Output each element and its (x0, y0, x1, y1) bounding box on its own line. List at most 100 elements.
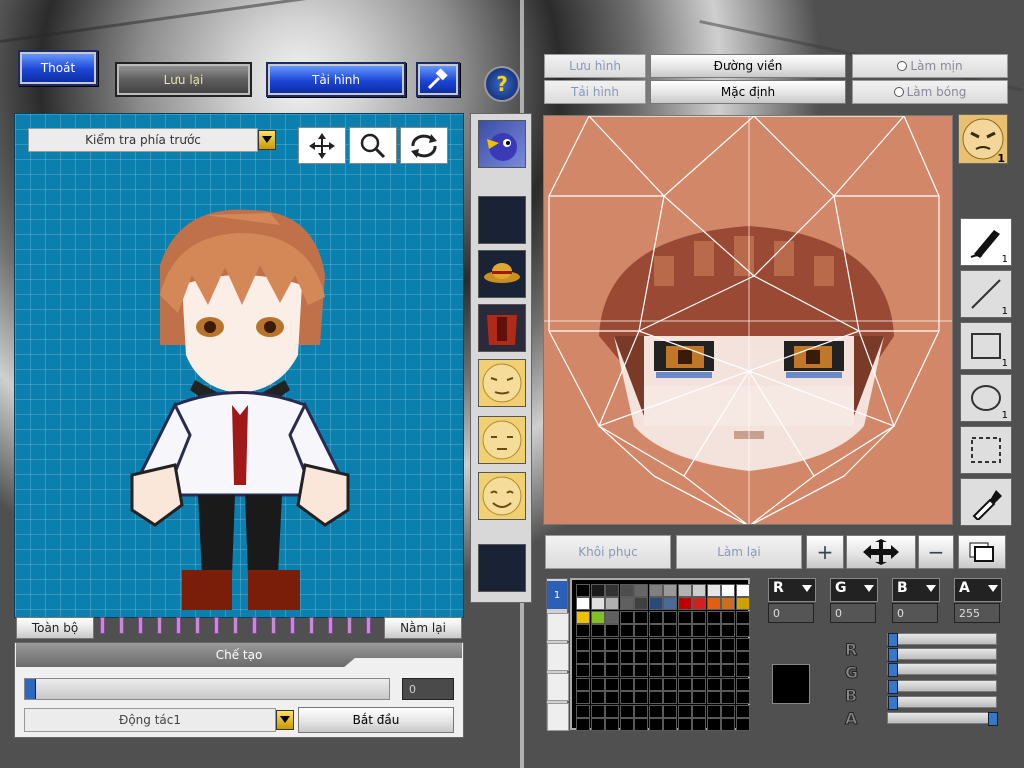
palette-swatch[interactable] (721, 704, 735, 718)
palette-swatch[interactable] (706, 691, 721, 705)
palette-swatch[interactable] (576, 704, 590, 718)
craft-progress-value[interactable]: 0 (402, 678, 454, 700)
palette-swatch[interactable] (692, 691, 706, 705)
pan-button[interactable] (846, 535, 916, 569)
palette-swatch[interactable] (692, 664, 706, 678)
alpha-slider[interactable] (887, 712, 998, 726)
palette-swatch[interactable] (648, 610, 663, 624)
palette-swatch[interactable] (605, 664, 619, 678)
green-slider-2[interactable] (887, 680, 997, 694)
zoom-out-button[interactable]: − (918, 535, 954, 569)
pen-tool[interactable]: 1 (960, 218, 1012, 266)
palette-swatch[interactable] (692, 610, 706, 624)
palette-swatch[interactable] (590, 691, 605, 705)
palette-swatch[interactable] (576, 610, 590, 624)
slider-knob[interactable] (888, 633, 898, 647)
palette-swatch[interactable] (677, 637, 692, 651)
eyedropper-tool[interactable] (960, 478, 1012, 526)
palette-swatch[interactable] (721, 691, 735, 705)
palette-swatch[interactable] (735, 651, 750, 664)
save-button[interactable]: Lưu lại (115, 62, 252, 97)
palette-swatch[interactable] (619, 718, 634, 731)
palette-swatch[interactable] (648, 584, 663, 597)
palette-swatch[interactable] (721, 584, 735, 597)
palette-swatch[interactable] (721, 624, 735, 638)
palette-tab-4[interactable] (547, 673, 569, 701)
palette-swatch[interactable] (590, 664, 605, 678)
frame-tick[interactable] (328, 617, 333, 634)
palette-swatch[interactable] (663, 624, 677, 638)
palette-swatch[interactable] (576, 651, 590, 664)
craft-progress-knob[interactable] (25, 679, 36, 699)
load-image-button[interactable]: Tải hình (544, 80, 646, 104)
palette-swatch[interactable] (663, 704, 677, 718)
action-dropdown[interactable]: Động tác1 (24, 708, 276, 732)
frame-tick[interactable] (347, 617, 352, 634)
rotate-tool-button[interactable] (400, 127, 448, 164)
frame-tick[interactable] (157, 617, 162, 634)
action-dropdown-arrow[interactable] (276, 710, 294, 730)
rectangle-tool[interactable]: 1 (960, 322, 1012, 370)
palette-swatch[interactable] (677, 704, 692, 718)
palette-swatch[interactable] (677, 624, 692, 638)
lie-down-button[interactable]: Nằm lại (384, 617, 462, 639)
zoom-tool-button[interactable] (349, 127, 397, 164)
frame-tick[interactable] (119, 617, 124, 634)
palette-swatch[interactable] (706, 651, 721, 664)
alpha-value-field[interactable]: 255 (954, 603, 1000, 623)
palette-swatch[interactable] (735, 704, 750, 718)
palette-swatch[interactable] (590, 597, 605, 611)
palette-swatch[interactable] (634, 677, 648, 691)
palette-swatch[interactable] (648, 718, 663, 731)
layer-button[interactable] (958, 535, 1006, 569)
red-value-field[interactable]: 0 (768, 603, 814, 623)
palette-swatch[interactable] (648, 704, 663, 718)
palette-swatch[interactable] (634, 637, 648, 651)
palette-swatch[interactable] (634, 597, 648, 611)
palette-swatch[interactable] (634, 691, 648, 705)
green-value-field[interactable]: 0 (830, 603, 876, 623)
color-palette[interactable] (570, 578, 750, 731)
palette-swatch[interactable] (590, 584, 605, 597)
palette-swatch[interactable] (576, 597, 590, 611)
palette-swatch[interactable] (706, 584, 721, 597)
palette-swatch[interactable] (663, 637, 677, 651)
palette-swatch[interactable] (663, 610, 677, 624)
palette-swatch[interactable] (634, 718, 648, 731)
frame-tick[interactable] (195, 617, 200, 634)
palette-swatch[interactable] (692, 584, 706, 597)
craft-progress-bar[interactable] (24, 678, 390, 700)
palette-swatch[interactable] (663, 597, 677, 611)
palette-swatch[interactable] (706, 637, 721, 651)
palette-swatch[interactable] (619, 610, 634, 624)
palette-swatch[interactable] (663, 584, 677, 597)
frame-tick[interactable] (366, 617, 371, 634)
palette-swatch[interactable] (576, 624, 590, 638)
palette-swatch[interactable] (677, 691, 692, 705)
palette-swatch[interactable] (692, 651, 706, 664)
palette-swatch[interactable] (663, 691, 677, 705)
green-slider[interactable] (887, 663, 997, 677)
palette-swatch[interactable] (619, 664, 634, 678)
palette-swatch[interactable] (590, 651, 605, 664)
palette-swatch[interactable] (634, 664, 648, 678)
palette-swatch[interactable] (735, 584, 750, 597)
palette-tab-2[interactable] (547, 613, 569, 641)
palette-swatch[interactable] (721, 664, 735, 678)
palette-swatch[interactable] (677, 651, 692, 664)
palette-swatch[interactable] (721, 651, 735, 664)
palette-swatch[interactable] (619, 624, 634, 638)
palette-swatch[interactable] (576, 677, 590, 691)
palette-swatch[interactable] (692, 704, 706, 718)
palette-swatch[interactable] (721, 637, 735, 651)
palette-swatch[interactable] (619, 637, 634, 651)
palette-swatch[interactable] (619, 584, 634, 597)
frame-tick[interactable] (138, 617, 143, 634)
frame-tick[interactable] (290, 617, 295, 634)
palette-swatch[interactable] (590, 704, 605, 718)
slider-knob[interactable] (888, 663, 898, 677)
thumb-face-1[interactable] (478, 359, 526, 407)
palette-swatch[interactable] (619, 704, 634, 718)
palette-swatch[interactable] (619, 651, 634, 664)
slider-knob[interactable] (888, 680, 898, 694)
